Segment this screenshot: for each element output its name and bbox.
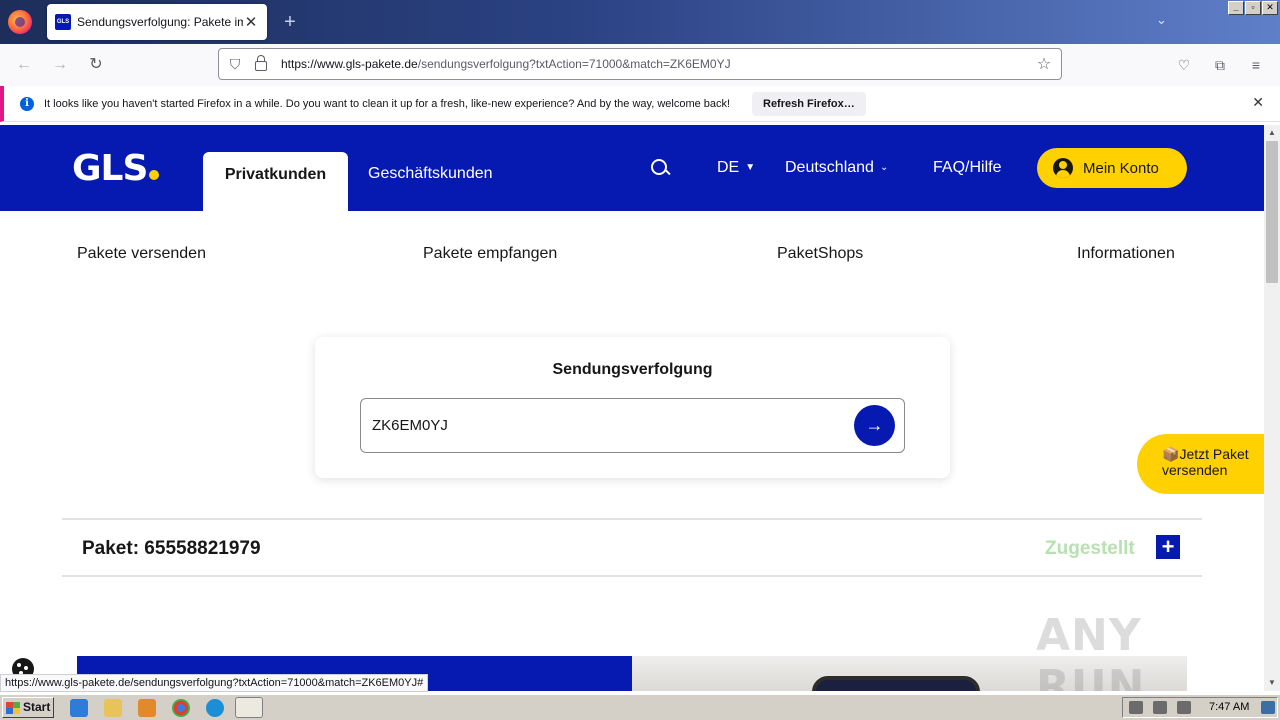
account-button[interactable]: Mein Konto	[1037, 148, 1187, 188]
account-label: Mein Konto	[1083, 159, 1159, 177]
list-all-tabs-icon[interactable]: ⌄	[1156, 12, 1167, 28]
tracking-card: Sendungsverfolgung ZK6EM0YJ →	[315, 337, 950, 478]
info-icon: i	[20, 96, 34, 111]
firefox-taskbar-icon[interactable]	[235, 697, 263, 718]
float-button-line1: Jetzt Paket	[1179, 446, 1249, 462]
refresh-firefox-button[interactable]: Refresh Firefox…	[752, 92, 866, 116]
bookmark-star-icon[interactable]: ☆	[1031, 54, 1057, 74]
page-viewport: GLS Privatkunden Geschäftskunden DE ▼ Deu…	[0, 125, 1264, 691]
chrome-icon[interactable]	[172, 699, 190, 717]
notification-bar: i It looks like you haven't started Fire…	[0, 86, 1280, 122]
show-desktop-icon[interactable]	[1261, 701, 1275, 714]
phone-image	[812, 676, 980, 691]
subnav-paketshops[interactable]: PaketShops	[777, 245, 863, 263]
flag-icon[interactable]	[1177, 701, 1191, 714]
package-status: Zugestellt	[1045, 538, 1135, 559]
subnav-pakete-empfangen[interactable]: Pakete empfangen	[423, 245, 557, 263]
lock-icon[interactable]	[255, 55, 267, 71]
minimize-icon[interactable]: _	[1228, 1, 1244, 15]
gls-favicon-icon: GLS	[55, 14, 71, 30]
clock: 7:47 AM	[1209, 701, 1250, 713]
tab-privatkunden[interactable]: Privatkunden	[203, 152, 348, 211]
tracking-title: Sendungsverfolgung	[552, 361, 713, 378]
close-window-icon[interactable]: ✕	[1262, 1, 1278, 15]
url-bar[interactable]: ⛉ https://www.gls-pakete.de/sendungsverf…	[218, 48, 1062, 80]
extensions-icon[interactable]: ⧉	[1211, 56, 1229, 74]
logo-text: GLS	[72, 148, 148, 189]
new-tab-icon[interactable]: +	[280, 10, 300, 34]
page-scrollbar[interactable]: ▲ ▼	[1264, 125, 1280, 691]
back-icon[interactable]: ←	[12, 53, 36, 77]
edge-icon[interactable]	[206, 699, 224, 717]
logo-dot	[149, 170, 160, 180]
tracking-input-value: ZK6EM0YJ	[372, 417, 448, 434]
url-domain: https://www.gls-pakete.de	[281, 57, 418, 71]
folder-icon[interactable]	[104, 699, 122, 717]
country-selector[interactable]: Deutschland ⌄	[785, 159, 888, 177]
pocket-icon[interactable]: ♡	[1175, 56, 1193, 74]
language-selector[interactable]: DE ▼	[717, 159, 755, 177]
close-notification-icon[interactable]: ✕	[1252, 94, 1264, 111]
tab-strip: GLS Sendungsverfolgung: Pakete im ✕ + ⌄ …	[0, 0, 1280, 44]
site-header: GLS Privatkunden Geschäftskunden DE ▼ Deu…	[0, 125, 1264, 211]
expand-plus-icon[interactable]: +	[1156, 535, 1180, 559]
media-player-icon[interactable]	[138, 699, 156, 717]
status-url: https://www.gls-pakete.de/sendungsverfol…	[0, 674, 429, 692]
url-text[interactable]: https://www.gls-pakete.de/sendungsverfol…	[281, 57, 1031, 71]
reload-icon[interactable]: ↻	[84, 53, 108, 77]
start-button[interactable]: Start	[2, 697, 54, 718]
search-icon[interactable]	[650, 158, 672, 180]
scrollbar-thumb[interactable]	[1266, 141, 1278, 283]
faq-link[interactable]: FAQ/Hilfe	[933, 159, 1001, 177]
taskbar: Start 7:47 AM	[0, 694, 1280, 720]
ie-icon[interactable]	[70, 699, 88, 717]
gls-logo[interactable]: GLS	[72, 148, 160, 189]
country-label: Deutschland	[785, 159, 874, 176]
anyrun-watermark: ANY RUN	[1036, 610, 1146, 691]
network-icon[interactable]	[1153, 701, 1167, 714]
forward-icon[interactable]: →	[48, 53, 72, 77]
windows-flag-icon	[6, 702, 20, 714]
tab-geschaeftskunden[interactable]: Geschäftskunden	[368, 165, 493, 183]
arrow-right-icon[interactable]: →	[854, 405, 895, 446]
firefox-icon[interactable]	[8, 10, 32, 34]
caret-down-icon: ▼	[745, 162, 756, 173]
url-path: /sendungsverfolgung?txtAction=71000&matc…	[417, 57, 731, 71]
chevron-down-icon: ⌄	[879, 162, 889, 173]
subnav-pakete-versenden[interactable]: Pakete versenden	[77, 245, 206, 263]
tracking-input[interactable]: ZK6EM0YJ →	[360, 398, 905, 453]
package-icon: 📦	[1162, 446, 1180, 462]
window-controls: _ ▫ ✕	[1228, 1, 1278, 15]
notification-message: It looks like you haven't started Firefo…	[44, 97, 731, 110]
language-label: DE	[717, 159, 740, 176]
subnav-informationen[interactable]: Informationen	[1077, 245, 1175, 263]
tab-title: Sendungsverfolgung: Pakete im	[77, 15, 243, 29]
scroll-up-icon[interactable]: ▲	[1264, 125, 1280, 141]
system-tray: 7:47 AM	[1122, 697, 1278, 718]
browser-tab[interactable]: GLS Sendungsverfolgung: Pakete im ✕	[47, 4, 267, 40]
shield-icon[interactable]: ⛉	[227, 56, 243, 73]
float-button-line2: versenden	[1162, 462, 1228, 478]
user-icon	[1053, 158, 1073, 178]
close-tab-icon[interactable]: ✕	[243, 13, 259, 31]
maximize-icon[interactable]: ▫	[1245, 1, 1261, 15]
navigation-toolbar: ← → ↻ ⛉ https://www.gls-pakete.de/sendun…	[0, 44, 1280, 86]
scroll-down-icon[interactable]: ▼	[1264, 675, 1280, 691]
package-row[interactable]: Paket: 65558821979 Zugestellt +	[62, 518, 1202, 577]
package-label: Paket: 65558821979	[82, 538, 261, 559]
menu-icon[interactable]: ≡	[1247, 56, 1265, 74]
volume-icon[interactable]	[1129, 701, 1143, 714]
send-package-float-button[interactable]: 📦Jetzt Paket versenden	[1137, 434, 1264, 494]
start-label: Start	[23, 700, 51, 714]
